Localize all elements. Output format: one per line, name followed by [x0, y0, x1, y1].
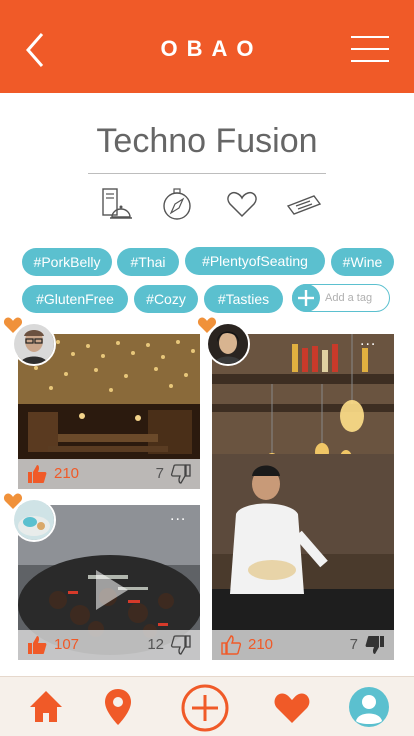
profile-icon: [349, 687, 389, 727]
add-circle-icon: [181, 684, 229, 732]
heart-icon: [274, 693, 310, 723]
like-count: 107: [54, 636, 80, 653]
add-tag-button[interactable]: [292, 284, 320, 312]
menu-button[interactable]: [350, 34, 390, 64]
page-title: Techno Fusion: [96, 122, 318, 160]
tag-chip[interactable]: #GlutenFree: [22, 285, 128, 313]
tag-chip[interactable]: #PlentyofSeating: [185, 247, 325, 275]
card-stats-bar: 210 7: [212, 630, 394, 660]
nav-favorites-button[interactable]: [270, 685, 314, 729]
add-tag-field[interactable]: [292, 284, 390, 312]
nav-profile-button[interactable]: [347, 685, 391, 729]
thumbs-up-icon[interactable]: [26, 463, 48, 485]
thumbs-up-icon[interactable]: [26, 634, 48, 656]
more-options-button[interactable]: ...: [360, 334, 376, 350]
compass-icon: [163, 188, 191, 220]
favorite-button[interactable]: [222, 184, 262, 224]
hamburger-menu-icon: [351, 36, 389, 62]
tag-chip[interactable]: #Cozy: [134, 285, 198, 313]
category-icon-row: [0, 184, 414, 226]
thumbs-down-icon[interactable]: [364, 634, 386, 656]
ticket-button[interactable]: [284, 184, 324, 224]
location-pin-icon: [105, 689, 131, 725]
card-stats-bar: 107 12: [18, 630, 200, 660]
more-options-button[interactable]: ...: [170, 507, 186, 525]
thumbs-down-icon[interactable]: [170, 634, 192, 656]
dislike-count: 7: [155, 465, 164, 482]
thumbs-down-icon[interactable]: [170, 463, 192, 485]
dislike-count: 12: [147, 636, 164, 653]
menu-card-button[interactable]: [98, 184, 138, 224]
thumbs-up-icon[interactable]: [220, 634, 242, 656]
heart-badge-icon: [3, 317, 23, 333]
explore-button[interactable]: [157, 184, 197, 224]
add-tag-input[interactable]: [325, 289, 387, 307]
author-avatar[interactable]: [197, 317, 250, 366]
tag-chip[interactable]: #Thai: [117, 248, 179, 276]
chef-bar-photo: [212, 334, 394, 660]
bottom-nav-bar: [0, 676, 414, 736]
menu-card-icon: [102, 188, 132, 219]
heart-badge-icon: [197, 317, 217, 333]
like-count: 210: [248, 636, 274, 653]
title-divider: [88, 173, 326, 174]
nav-location-button[interactable]: [96, 685, 140, 729]
plus-icon: [298, 290, 314, 306]
author-avatar[interactable]: [3, 317, 56, 366]
tag-chip[interactable]: #PorkBelly: [22, 248, 112, 276]
photo-card[interactable]: ... 210 7: [212, 334, 394, 660]
like-count: 210: [54, 465, 80, 482]
author-avatar[interactable]: [3, 493, 56, 542]
home-icon: [30, 691, 62, 722]
app-header: OBAO: [0, 0, 414, 93]
dislike-count: 7: [349, 636, 358, 653]
tag-chip[interactable]: #Tasties: [204, 285, 283, 313]
heart-badge-icon: [3, 493, 23, 509]
nav-add-button[interactable]: [180, 683, 230, 733]
card-stats-bar: 210 7: [18, 459, 200, 489]
heart-outline-icon: [227, 191, 257, 218]
nav-home-button[interactable]: [24, 685, 68, 729]
tag-chip[interactable]: #Wine: [331, 248, 394, 276]
ticket-icon: [286, 195, 322, 215]
